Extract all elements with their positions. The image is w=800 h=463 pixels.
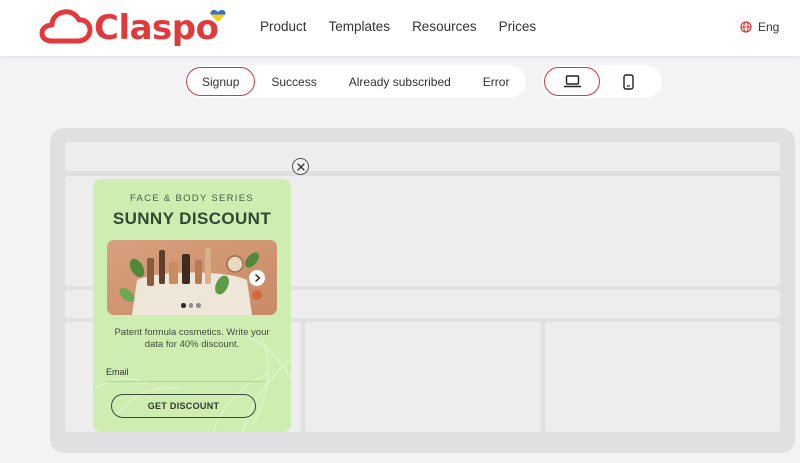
carousel-dot[interactable]: [181, 303, 186, 308]
carousel-dot[interactable]: [188, 303, 193, 308]
carousel-next-button[interactable]: [249, 270, 265, 286]
popup-description: Patent formula cosmetics. Write your dat…: [114, 327, 270, 350]
placeholder-header: [65, 142, 780, 171]
tab-already-subscribed[interactable]: Already subscribed: [333, 67, 467, 96]
popup-title: SUNNY DISCOUNT: [112, 209, 272, 228]
language-selector[interactable]: Eng: [740, 18, 779, 36]
get-discount-button[interactable]: GET DISCOUNT: [111, 394, 256, 418]
globe-icon: [740, 21, 752, 33]
claspo-logo[interactable]: Claspo: [38, 8, 233, 48]
ukraine-heart-icon: [210, 10, 226, 22]
close-icon: [296, 162, 305, 171]
device-toggle: [542, 65, 662, 98]
chevron-right-icon: [254, 274, 260, 282]
nav-resources[interactable]: Resources: [412, 18, 477, 36]
carousel-dots: [181, 303, 201, 308]
nav-templates[interactable]: Templates: [329, 18, 391, 36]
tab-error[interactable]: Error: [467, 67, 526, 96]
main-nav: Product Templates Resources Prices: [260, 18, 536, 36]
signup-popup: FACE & BODY SERIES SUNNY DISCOUNT Patent…: [93, 179, 291, 432]
placeholder-card: [305, 322, 541, 432]
carousel-dot[interactable]: [196, 303, 201, 308]
tab-success[interactable]: Success: [255, 67, 332, 96]
logo-text: Claspo: [94, 8, 219, 48]
placeholder-card: [545, 322, 780, 432]
mobile-icon: [622, 73, 634, 90]
tab-signup[interactable]: Signup: [186, 67, 256, 96]
language-label: Eng: [758, 20, 780, 34]
desktop-view-button[interactable]: [544, 67, 600, 96]
mobile-view-button[interactable]: [600, 67, 656, 96]
site-header: Claspo Product Templates Resources Price…: [0, 0, 800, 56]
nav-prices[interactable]: Prices: [499, 18, 537, 36]
cloud-logo-icon: [39, 9, 93, 44]
email-input[interactable]: [106, 363, 266, 382]
laptop-icon: [563, 75, 581, 88]
popup-close-button[interactable]: [292, 158, 309, 175]
popup-state-tabs: Signup Success Already subscribed Error: [184, 65, 526, 98]
nav-product[interactable]: Product: [260, 18, 307, 36]
popup-subtitle: FACE & BODY SERIES: [129, 193, 255, 204]
